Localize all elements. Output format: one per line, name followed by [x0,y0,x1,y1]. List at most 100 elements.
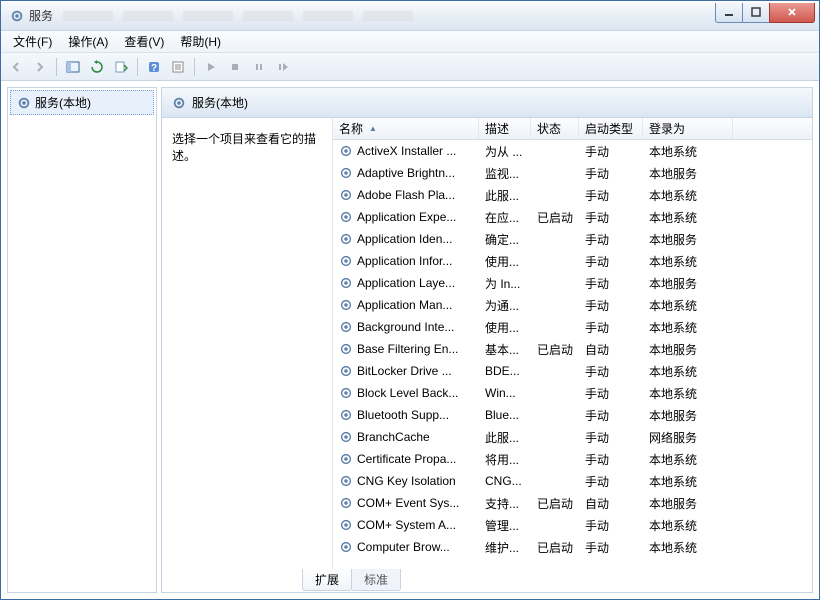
service-name: Certificate Propa... [357,452,456,466]
service-name: Application Laye... [357,276,455,290]
service-status [531,170,579,176]
service-logon: 本地系统 [643,206,733,229]
service-status: 已启动 [531,206,579,229]
service-row[interactable]: Application Man...为通...手动本地系统 [333,294,812,316]
service-row[interactable]: Application Laye...为 In...手动本地服务 [333,272,812,294]
window-title: 服务 [29,7,53,24]
close-button[interactable] [769,3,815,23]
refresh-button[interactable] [86,56,108,78]
service-logon: 本地服务 [643,162,733,185]
pause-service-button[interactable] [248,56,270,78]
column-name[interactable]: 名称▲ [333,118,479,139]
services-icon [172,96,186,110]
service-row[interactable]: CNG Key IsolationCNG...手动本地系统 [333,470,812,492]
list-body[interactable]: ActiveX Installer ...为从 ...手动本地系统Adaptiv… [333,140,812,570]
column-status[interactable]: 状态 [531,118,579,139]
service-row[interactable]: Base Filtering En...基本...已启动自动本地服务 [333,338,812,360]
service-row[interactable]: Application Expe...在应...已启动手动本地系统 [333,206,812,228]
service-logon: 本地系统 [643,184,733,207]
service-row[interactable]: COM+ Event Sys...支持...已启动自动本地服务 [333,492,812,514]
service-startup: 手动 [579,536,643,559]
service-desc: 使用... [479,250,531,273]
service-desc: 确定... [479,228,531,251]
minimize-button[interactable] [715,3,743,23]
service-name: BitLocker Drive ... [357,364,452,378]
service-row[interactable]: Adobe Flash Pla...此服...手动本地系统 [333,184,812,206]
service-row[interactable]: Bluetooth Supp...Blue...手动本地服务 [333,404,812,426]
toolbar: ? [1,53,819,81]
service-name: COM+ Event Sys... [357,496,459,510]
column-description[interactable]: 描述 [479,118,531,139]
menu-action[interactable]: 操作(A) [62,31,114,52]
tab-standard[interactable]: 标准 [351,569,401,591]
service-logon: 本地系统 [643,514,733,537]
service-row[interactable]: Computer Brow...维护...已启动手动本地系统 [333,536,812,558]
service-icon [339,540,353,554]
service-row[interactable]: Block Level Back...Win...手动本地系统 [333,382,812,404]
service-desc: 此服... [479,426,531,449]
service-row[interactable]: Background Inte... 使用... 手动本地系统 [333,316,812,338]
help-button[interactable]: ? [143,56,165,78]
column-logon[interactable]: 登录为 [643,118,733,139]
service-status [531,390,579,396]
service-desc: CNG... [479,471,531,491]
service-startup: 手动 [579,514,643,537]
service-name: CNG Key Isolation [357,474,456,488]
service-row[interactable]: Application Iden...确定...手动本地服务 [333,228,812,250]
service-row[interactable]: BitLocker Drive ...BDE...手动本地系统 [333,360,812,382]
service-startup: 手动 [579,272,643,295]
service-icon [339,254,353,268]
service-name: BranchCache [357,430,430,444]
nav-back-button[interactable] [5,56,27,78]
service-status [531,434,579,440]
titlebar[interactable]: 服务 [1,1,819,31]
description-prompt: 选择一个项目来查看它的描述。 [172,132,316,163]
service-status [531,258,579,264]
maximize-button[interactable] [742,3,770,23]
service-name: Application Iden... [357,232,452,246]
view-tabs: 扩展 标准 [162,570,812,592]
service-icon [339,342,353,356]
service-name: Background Inte... [357,320,454,334]
menu-file[interactable]: 文件(F) [7,31,58,52]
export-button[interactable] [110,56,132,78]
properties-button[interactable] [167,56,189,78]
menu-view[interactable]: 查看(V) [118,31,170,52]
app-icon [9,8,25,24]
tree-pane[interactable]: 服务(本地) [7,87,157,593]
service-name: Block Level Back... [357,386,458,400]
service-desc: 使用... [479,316,531,339]
service-status [531,456,579,462]
show-hide-tree-button[interactable] [62,56,84,78]
restart-service-button[interactable] [272,56,294,78]
service-row[interactable]: COM+ System A...管理...手动本地系统 [333,514,812,536]
service-status [531,478,579,484]
service-icon [339,276,353,290]
service-icon [339,386,353,400]
nav-forward-button[interactable] [29,56,51,78]
service-startup: 手动 [579,448,643,471]
service-startup: 手动 [579,162,643,185]
service-row[interactable]: Adaptive Brightn...监视...手动本地服务 [333,162,812,184]
start-service-button[interactable] [200,56,222,78]
service-row[interactable]: Application Infor...使用...手动本地系统 [333,250,812,272]
service-icon [339,320,353,334]
service-name: Adobe Flash Pla... [357,188,455,202]
service-startup: 手动 [579,294,643,317]
column-startup[interactable]: 启动类型 [579,118,643,139]
service-logon: 本地系统 [643,316,733,339]
menu-help[interactable]: 帮助(H) [174,31,227,52]
stop-service-button[interactable] [224,56,246,78]
service-row[interactable]: ActiveX Installer ...为从 ...手动本地系统 [333,140,812,162]
service-startup: 手动 [579,316,643,339]
service-row[interactable]: Certificate Propa...将用...手动本地系统 [333,448,812,470]
service-row[interactable]: BranchCache此服...手动网络服务 [333,426,812,448]
service-status [531,522,579,528]
tree-root-item[interactable]: 服务(本地) [10,90,154,115]
service-desc: 维护... [479,536,531,559]
service-logon: 本地服务 [643,272,733,295]
tab-extended[interactable]: 扩展 [302,569,352,591]
services-icon [17,96,31,110]
service-startup: 手动 [579,382,643,405]
service-name: Base Filtering En... [357,342,458,356]
